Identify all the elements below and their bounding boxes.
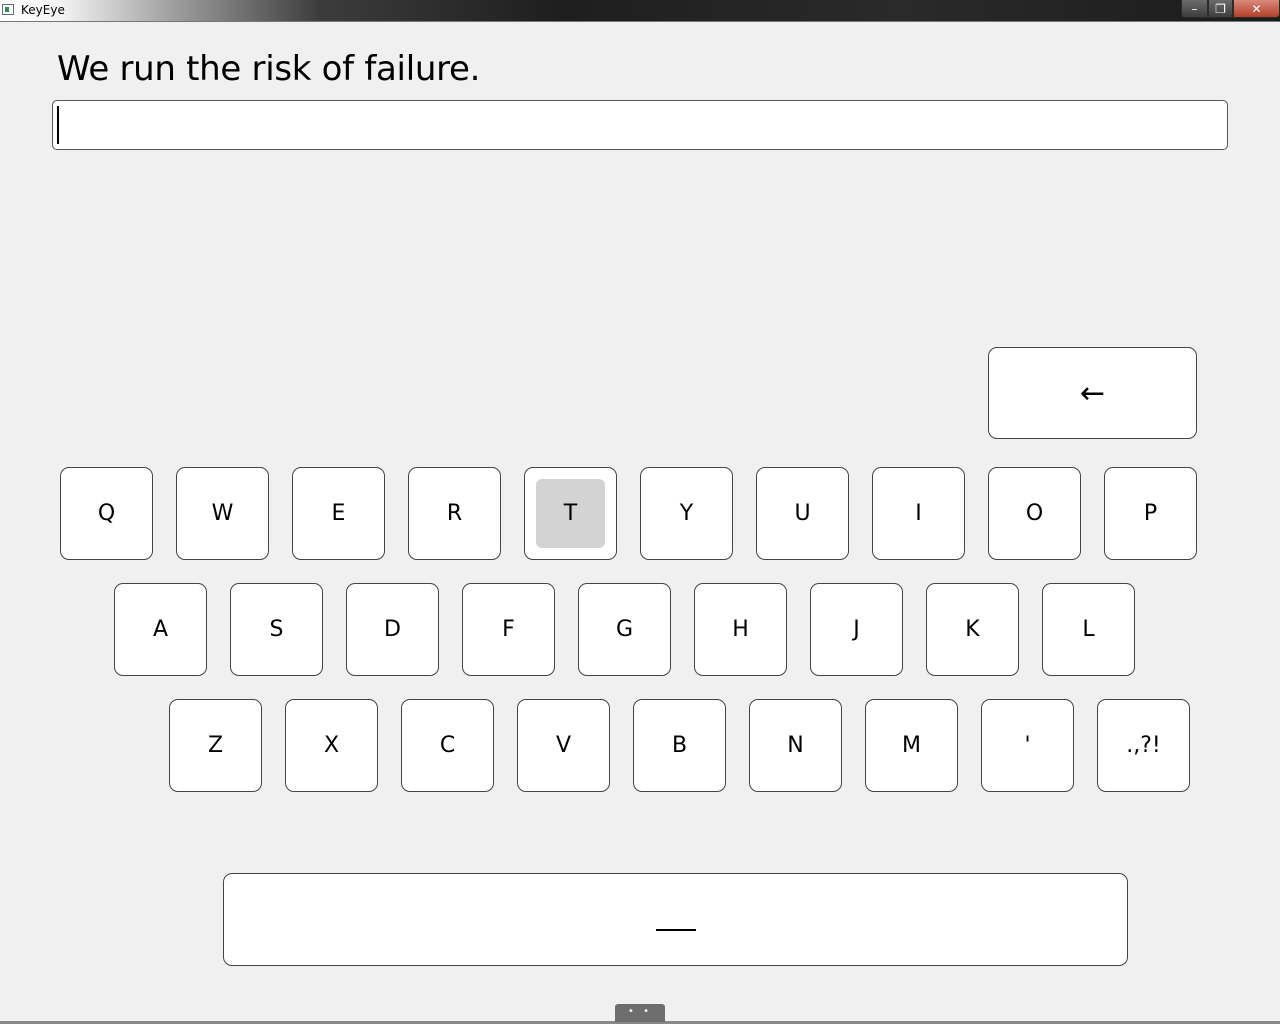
space-key[interactable] [223, 873, 1128, 966]
key-label: M [902, 733, 921, 758]
key-label: H [732, 617, 749, 642]
key-k[interactable]: K [926, 583, 1019, 676]
key-x[interactable]: X [285, 699, 378, 792]
key-label: Q [97, 501, 116, 526]
key-j[interactable]: J [810, 583, 903, 676]
key-s[interactable]: S [230, 583, 323, 676]
key-f[interactable]: F [462, 583, 555, 676]
key-apostrophe[interactable]: ' [981, 699, 1074, 792]
key-label: O [1025, 501, 1044, 526]
key-a[interactable]: A [114, 583, 207, 676]
key-label: G [615, 617, 634, 642]
key-label: P [1143, 501, 1158, 526]
key-u[interactable]: U [756, 467, 849, 560]
key-label: W [211, 501, 234, 526]
key-label: V [555, 733, 572, 758]
key-b[interactable]: B [633, 699, 726, 792]
key-p[interactable]: P [1104, 467, 1197, 560]
key-label: C [439, 733, 456, 758]
key-label: D [384, 617, 401, 642]
key-label: I [915, 501, 922, 526]
key-label: .,?! [1126, 733, 1161, 758]
key-label: A [152, 617, 169, 642]
key-label: U [794, 501, 811, 526]
key-label: F [502, 617, 515, 642]
key-label: T [563, 501, 578, 526]
key-i[interactable]: I [872, 467, 965, 560]
key-n[interactable]: N [749, 699, 842, 792]
close-button[interactable]: ✕ [1233, 0, 1280, 18]
key-label: L [1082, 617, 1095, 642]
key-v[interactable]: V [517, 699, 610, 792]
key-label: N [787, 733, 804, 758]
key-l[interactable]: L [1042, 583, 1135, 676]
space-underscore-icon [656, 929, 696, 931]
key-h[interactable]: H [694, 583, 787, 676]
key-y[interactable]: Y [640, 467, 733, 560]
app-window: KeyEye – ❐ ✕ We run the risk of failure.… [0, 0, 1280, 1024]
key-r[interactable]: R [408, 467, 501, 560]
key-c[interactable]: C [401, 699, 494, 792]
target-sentence: We run the risk of failure. [57, 49, 481, 89]
key-punctuation[interactable]: .,?! [1097, 699, 1190, 792]
key-label: B [671, 733, 688, 758]
key-label: E [331, 501, 346, 526]
key-g[interactable]: G [578, 583, 671, 676]
key-z[interactable]: Z [169, 699, 262, 792]
window-controls: – ❐ ✕ [1181, 0, 1280, 18]
key-label: K [965, 617, 980, 642]
key-label: Y [679, 501, 694, 526]
key-label: Z [207, 733, 224, 758]
maximize-button[interactable]: ❐ [1208, 0, 1233, 18]
key-o[interactable]: O [988, 467, 1081, 560]
backspace-arrow-icon: ← [1079, 375, 1106, 411]
key-e[interactable]: E [292, 467, 385, 560]
key-d[interactable]: D [346, 583, 439, 676]
key-label: X [323, 733, 340, 758]
app-icon [2, 4, 14, 15]
backspace-key[interactable]: ← [988, 347, 1197, 439]
key-label: ' [1024, 733, 1031, 758]
key-label: S [269, 617, 284, 642]
typed-text-input[interactable] [52, 100, 1228, 150]
key-m[interactable]: M [865, 699, 958, 792]
key-t[interactable]: T [524, 467, 617, 560]
key-label: J [853, 617, 860, 642]
title-bar: KeyEye – ❐ ✕ [0, 0, 1280, 22]
bottom-handle[interactable]: • • [615, 1004, 665, 1022]
window-title: KeyEye [21, 3, 65, 17]
minimize-button[interactable]: – [1181, 0, 1208, 18]
key-q[interactable]: Q [60, 467, 153, 560]
key-w[interactable]: W [176, 467, 269, 560]
text-caret [57, 106, 59, 144]
key-label: R [446, 501, 463, 526]
